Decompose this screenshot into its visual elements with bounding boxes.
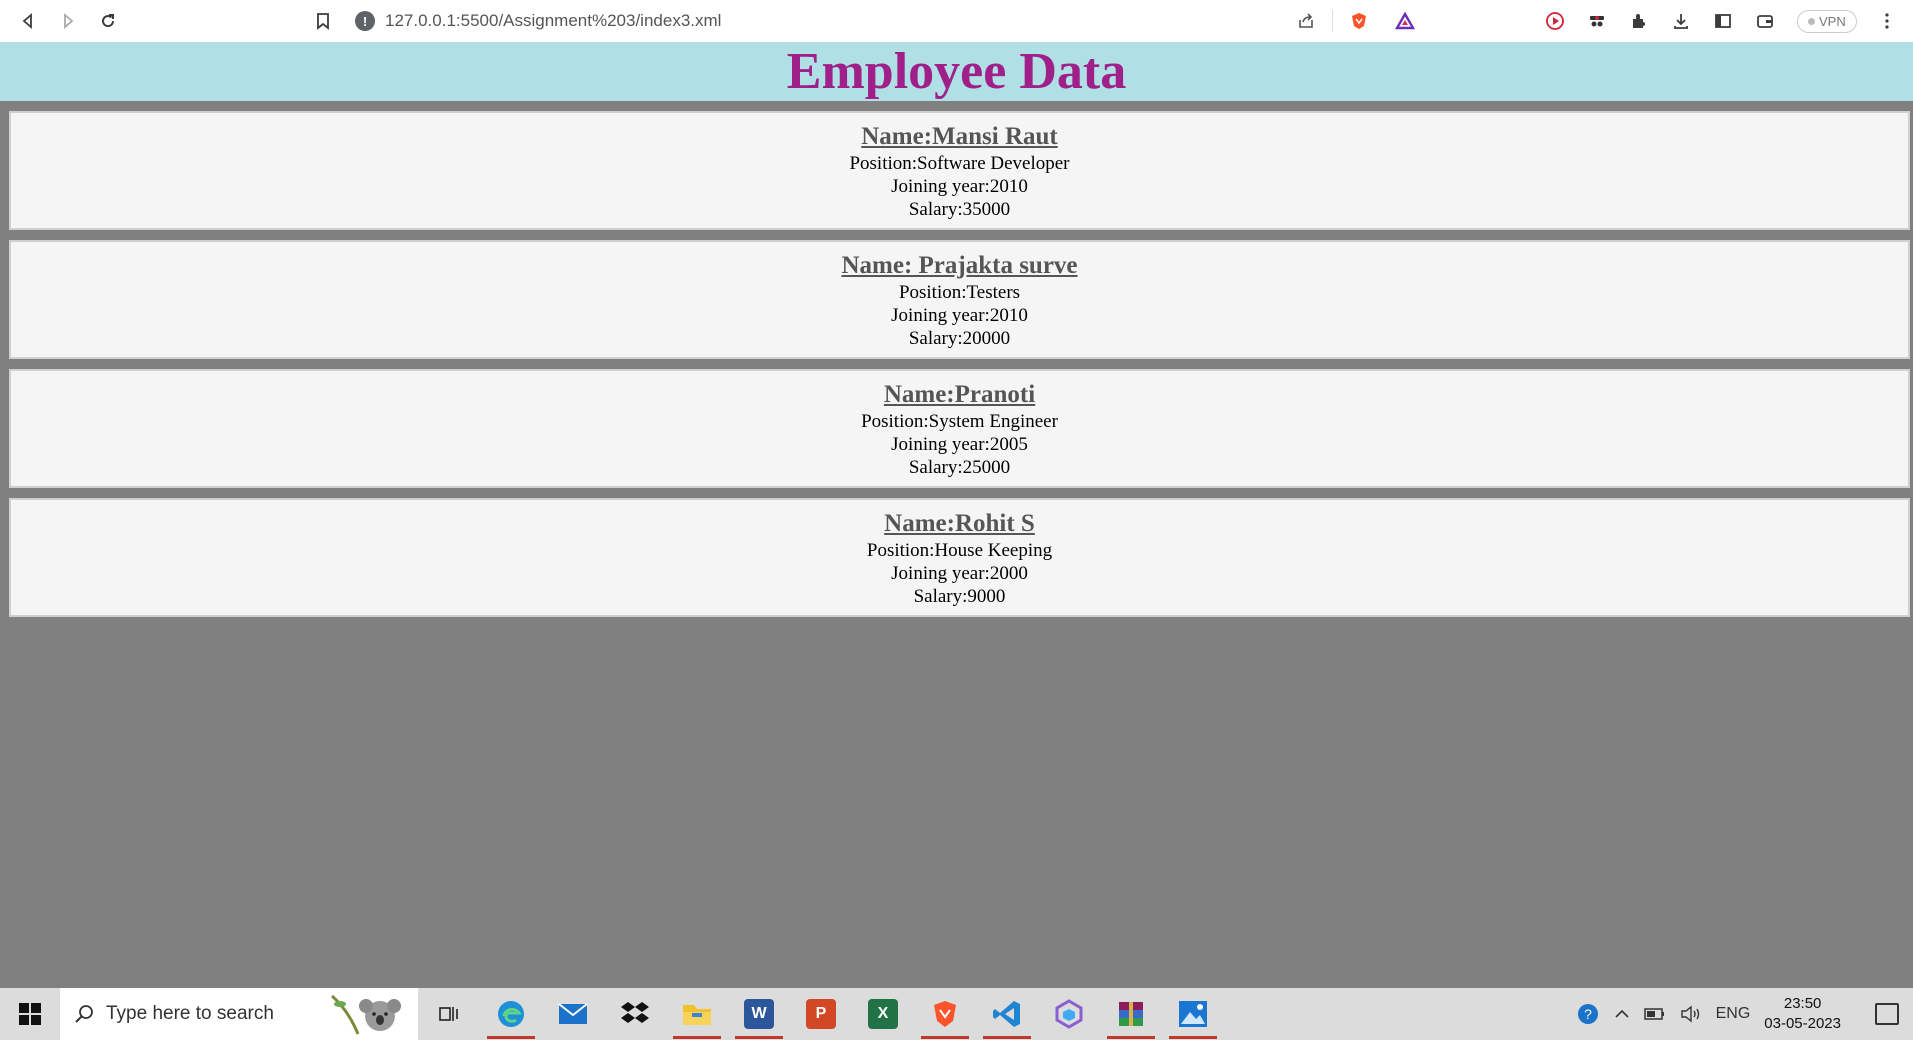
volume-icon[interactable]: [1680, 1005, 1702, 1023]
back-icon[interactable]: [8, 1, 48, 41]
media-play-icon[interactable]: [1535, 1, 1575, 41]
employee-list: Name:Mansi Raut Position:Software Develo…: [9, 111, 1910, 627]
winrar-icon[interactable]: [1100, 988, 1162, 1040]
vpn-label: VPN: [1819, 13, 1846, 29]
help-icon[interactable]: ?: [1576, 1002, 1600, 1026]
app-cube-icon[interactable]: [1038, 988, 1100, 1040]
taskbar: Type here to search W P X ? ENG 23:50 03…: [0, 988, 1913, 1040]
search-placeholder[interactable]: Type here to search: [106, 1003, 274, 1025]
clock-date: 03-05-2023: [1764, 1015, 1841, 1032]
excel-icon[interactable]: X: [852, 988, 914, 1040]
edge-icon[interactable]: [480, 988, 542, 1040]
dropbox-icon[interactable]: [604, 988, 666, 1040]
divider: [1332, 10, 1333, 32]
employee-position: Position:System Engineer: [861, 411, 1058, 432]
url-text[interactable]: 127.0.0.1:5500/Assignment%203/index3.xml: [385, 11, 1286, 31]
vpn-button[interactable]: VPN: [1797, 9, 1857, 33]
page-header: Employee Data: [0, 42, 1913, 101]
employee-card: Name: Prajakta surve Position:Testers Jo…: [9, 240, 1910, 359]
vpn-status-dot-icon: [1808, 17, 1815, 25]
employee-position: Position:Software Developer: [849, 153, 1070, 174]
employee-joining-year: Joining year:2010: [891, 305, 1028, 326]
site-info-icon[interactable]: !: [355, 11, 375, 31]
employee-salary: Salary:25000: [908, 457, 1011, 478]
employee-joining-year: Joining year:2010: [891, 176, 1028, 197]
page-title: Employee Data: [786, 43, 1127, 100]
notification-icon[interactable]: [1875, 1003, 1899, 1025]
employee-position: Position:House Keeping: [866, 540, 1053, 561]
employee-salary: Salary:20000: [908, 328, 1011, 349]
system-tray: ? ENG 23:50 03-05-2023: [1576, 994, 1913, 1034]
sidebar-icon[interactable]: [1703, 1, 1743, 41]
employee-name: Name: Prajakta surve: [841, 252, 1078, 279]
employee-position: Position:Testers: [898, 282, 1021, 303]
taskbar-search-box[interactable]: Type here to search: [60, 988, 418, 1040]
menu-icon[interactable]: [1867, 1, 1907, 41]
search-icon: [75, 1005, 93, 1023]
wallet-icon[interactable]: [1745, 1, 1785, 41]
forward-icon[interactable]: [48, 1, 88, 41]
koala-search-highlight-icon: [331, 994, 401, 1035]
vscode-icon[interactable]: [976, 988, 1038, 1040]
employee-name: Name:Mansi Raut: [861, 123, 1058, 150]
clock-time: 23:50: [1783, 995, 1822, 1012]
battery-icon[interactable]: [1643, 1007, 1666, 1021]
employee-card: Name:Rohit S Position:House Keeping Join…: [9, 498, 1910, 617]
svg-text:?: ?: [1584, 1006, 1592, 1022]
reload-icon[interactable]: [88, 1, 128, 41]
employee-salary: Salary:9000: [913, 586, 1006, 607]
chevron-up-icon[interactable]: [1614, 1006, 1630, 1022]
employee-card: Name:Mansi Raut Position:Software Develo…: [9, 111, 1910, 230]
employee-card: Name:Pranoti Position:System Engineer Jo…: [9, 369, 1910, 488]
employee-joining-year: Joining year:2000: [891, 563, 1028, 584]
clock[interactable]: 23:50 03-05-2023: [1764, 994, 1841, 1034]
download-icon[interactable]: [1661, 1, 1701, 41]
address-bar[interactable]: ! 127.0.0.1:5500/Assignment%203/index3.x…: [345, 4, 1435, 38]
windows-start-icon[interactable]: [0, 988, 60, 1040]
brave-browser-icon[interactable]: [914, 988, 976, 1040]
file-explorer-icon[interactable]: [666, 988, 728, 1040]
employee-salary: Salary:35000: [908, 199, 1011, 220]
bookmark-icon[interactable]: [303, 1, 343, 41]
powerpoint-icon[interactable]: P: [790, 988, 852, 1040]
extensions-icon[interactable]: [1619, 1, 1659, 41]
employee-name: Name:Pranoti: [883, 381, 1036, 408]
share-icon[interactable]: [1286, 1, 1326, 41]
incognito-extension-icon[interactable]: [1577, 1, 1617, 41]
photos-icon[interactable]: [1162, 988, 1224, 1040]
mail-icon[interactable]: [542, 988, 604, 1040]
employee-name: Name:Rohit S: [884, 510, 1035, 537]
brave-rewards-icon[interactable]: [1385, 1, 1425, 41]
task-view-icon[interactable]: [418, 988, 480, 1040]
brave-shield-icon[interactable]: [1339, 1, 1379, 41]
word-icon[interactable]: W: [728, 988, 790, 1040]
employee-joining-year: Joining year:2005: [891, 434, 1028, 455]
language-indicator[interactable]: ENG: [1716, 1005, 1751, 1023]
browser-toolbar: ! 127.0.0.1:5500/Assignment%203/index3.x…: [0, 0, 1913, 42]
